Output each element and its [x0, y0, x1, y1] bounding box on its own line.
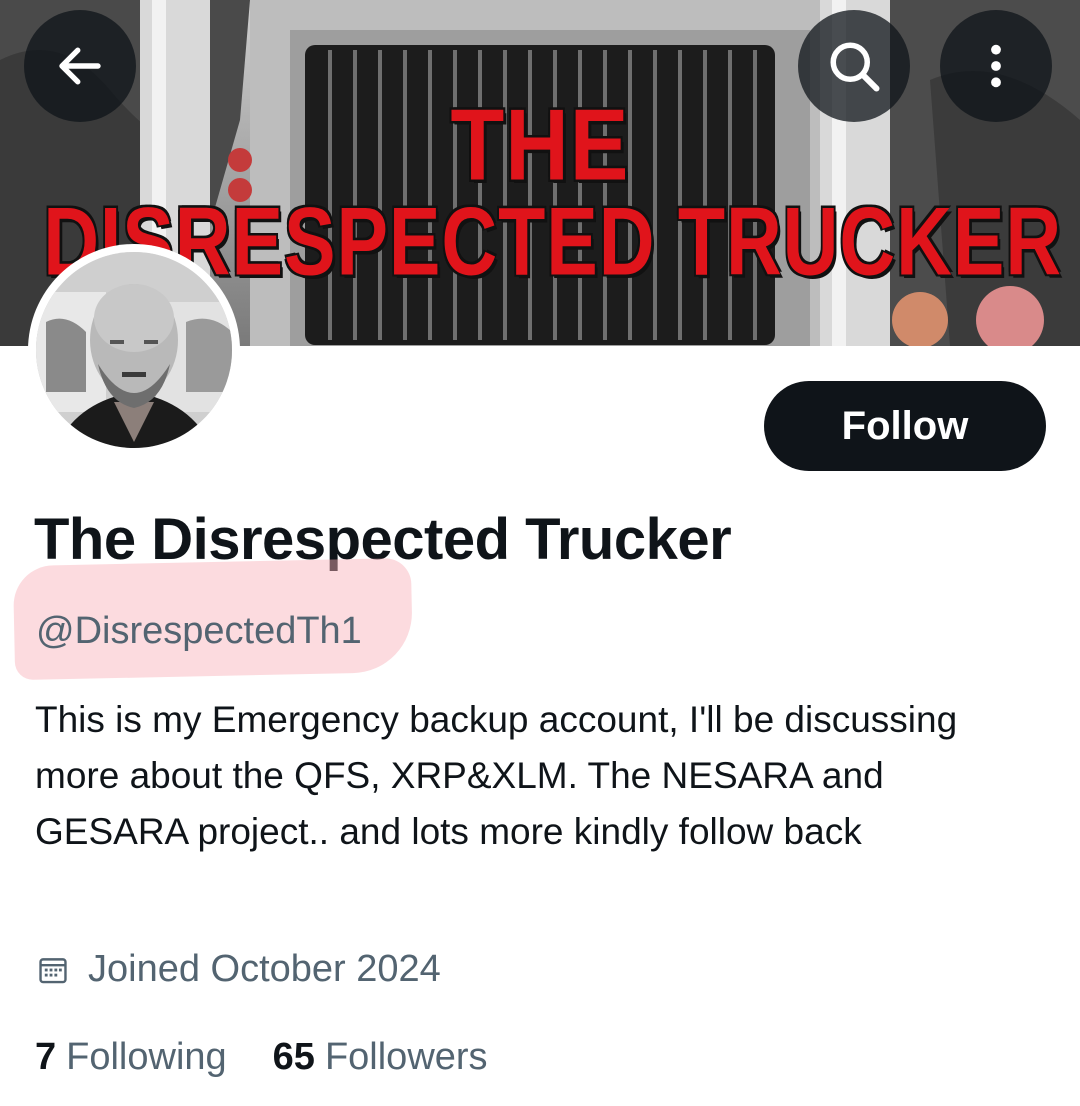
follow-button[interactable]: Follow — [764, 381, 1046, 471]
more-options-button[interactable] — [940, 10, 1052, 122]
following-label: Following — [66, 1036, 227, 1078]
profile-photo-image — [36, 252, 232, 448]
following-count: 7 — [35, 1036, 57, 1078]
followers-count: 65 — [272, 1036, 315, 1078]
calendar-icon — [39, 957, 67, 983]
followers-link[interactable]: 65 Followers — [273, 1036, 488, 1079]
more-vertical-icon — [991, 44, 1001, 88]
following-link[interactable]: 7 Following — [35, 1036, 227, 1079]
arrow-left-icon — [59, 47, 101, 85]
joined-text: Joined October 2024 — [88, 948, 441, 990]
back-button[interactable] — [24, 10, 136, 122]
search-icon — [830, 42, 880, 92]
profile-bio: This is my Emergency backup account, I'l… — [35, 699, 958, 852]
avatar-photo — [36, 252, 232, 448]
search-button[interactable] — [798, 10, 910, 122]
avatar[interactable] — [28, 244, 240, 456]
joined-date: Joined October 2024 — [36, 948, 441, 991]
banner-title-line1: THE — [450, 87, 630, 202]
username-handle: @DisrespectedTh1 — [36, 610, 362, 652]
follow-stats: 7 Following 65 Followers — [35, 1036, 488, 1079]
followers-label: Followers — [324, 1036, 488, 1078]
